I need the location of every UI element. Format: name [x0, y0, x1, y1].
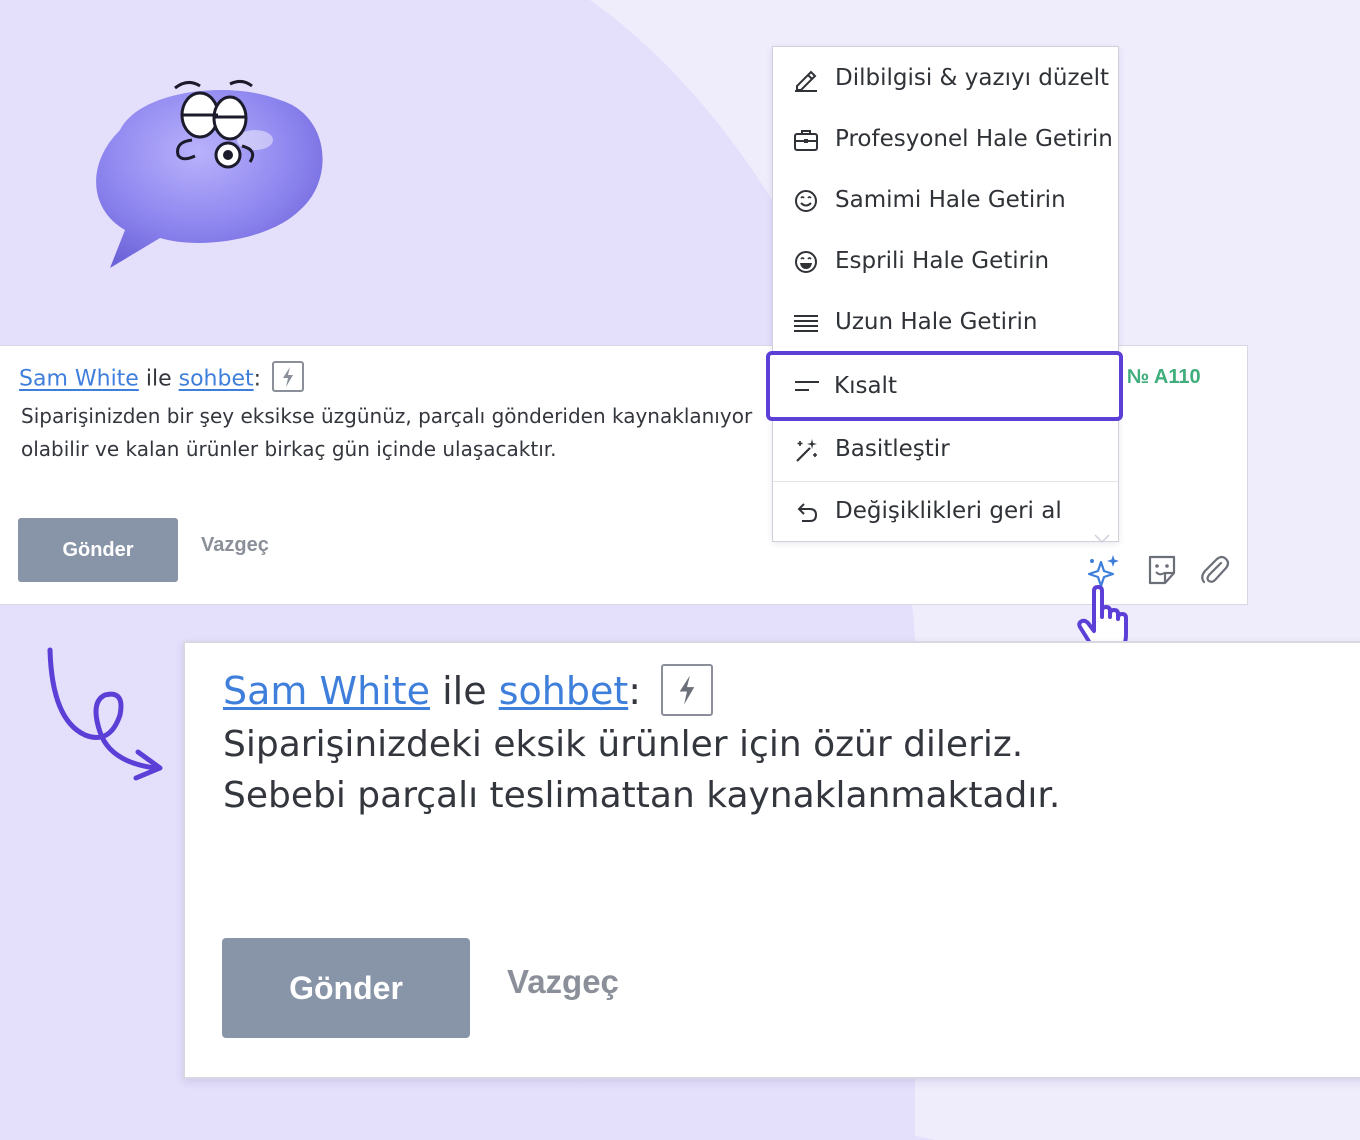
- pencil-icon: [795, 70, 817, 92]
- menu-item-friendly[interactable]: Samimi Hale Getirin: [773, 170, 1118, 231]
- chat-link[interactable]: sohbet: [499, 669, 629, 713]
- send-button[interactable]: Gönder: [222, 938, 470, 1038]
- composer-card-result: Sam White ile sohbet: Siparişinizdeki ek…: [183, 641, 1360, 1079]
- briefcase-icon: [794, 130, 818, 151]
- chevron-down-icon: [1094, 534, 1110, 544]
- menu-item-label: Uzun Hale Getirin: [835, 309, 1038, 335]
- quick-reply-button[interactable]: [272, 361, 305, 392]
- ai-sparkle-icon[interactable]: [1087, 553, 1121, 587]
- mascot-bubble-illustration: [96, 79, 323, 268]
- lines-short-icon: [795, 381, 819, 391]
- sticker-icon[interactable]: [1145, 553, 1179, 587]
- cancel-button[interactable]: Vazgeç: [201, 534, 269, 557]
- composer-header: Sam White ile sohbet:: [19, 361, 305, 395]
- cancel-button[interactable]: Vazgeç: [507, 963, 619, 1001]
- laugh-icon: [795, 251, 817, 273]
- magic-wand-icon: [796, 439, 817, 462]
- bolt-icon: [679, 674, 695, 705]
- message-text-original[interactable]: Siparişinizden bir şey eksikse üzgünüz, …: [21, 400, 781, 466]
- menu-item-label: Basitleştir: [835, 436, 950, 462]
- header-connector: ile: [145, 366, 172, 392]
- lines-long-icon: [794, 315, 818, 332]
- menu-item-label: Değişiklikleri geri al: [835, 498, 1062, 524]
- smile-icon: [795, 190, 817, 212]
- message-text-shortened[interactable]: Siparişinizdeki eksik ürünler için özür …: [223, 719, 1223, 821]
- paperclip-icon[interactable]: [1197, 553, 1231, 587]
- menu-item-shorten[interactable]: Kısalt: [766, 351, 1123, 421]
- header-colon: :: [253, 366, 262, 392]
- menu-item-label: Dilbilgisi & yazıyı düzelt: [835, 65, 1110, 91]
- header-colon: :: [628, 669, 642, 713]
- menu-item-label: Kısalt: [834, 373, 897, 399]
- undo-icon: [797, 503, 818, 522]
- message-line: Siparişinizdeki eksik ürünler için özür …: [223, 724, 1024, 765]
- menu-item-funny[interactable]: Esprili Hale Getirin: [773, 231, 1118, 292]
- menu-item-fix-grammar[interactable]: Dilbilgisi & yazıyı düzelt: [773, 48, 1118, 109]
- menu-item-professional[interactable]: Profesyonel Hale Getirin: [773, 109, 1118, 170]
- message-line: Sebebi parçalı teslimattan kaynaklanmakt…: [223, 775, 1061, 816]
- header-connector: ile: [442, 669, 487, 713]
- user-link[interactable]: Sam White: [19, 367, 139, 392]
- menu-item-longer[interactable]: Uzun Hale Getirin: [773, 292, 1118, 353]
- menu-item-simplify[interactable]: Basitleştir: [773, 419, 1118, 480]
- curved-arrow-icon: [47, 647, 163, 781]
- menu-item-label: Samimi Hale Getirin: [835, 187, 1066, 213]
- send-button[interactable]: Gönder: [18, 518, 178, 582]
- quick-reply-button[interactable]: [661, 663, 714, 716]
- user-link[interactable]: Sam White: [223, 669, 430, 713]
- composer-header: Sam White ile sohbet:: [223, 663, 714, 720]
- ai-rewrite-menu: Dilbilgisi & yazıyı düzelt Profesyonel H…: [772, 46, 1119, 542]
- menu-item-undo[interactable]: Değişiklikleri geri al: [773, 481, 1118, 542]
- bolt-icon: [283, 367, 294, 387]
- menu-item-label: Esprili Hale Getirin: [835, 248, 1050, 274]
- chat-link[interactable]: sohbet: [179, 367, 254, 392]
- menu-item-label: Profesyonel Hale Getirin: [835, 126, 1113, 152]
